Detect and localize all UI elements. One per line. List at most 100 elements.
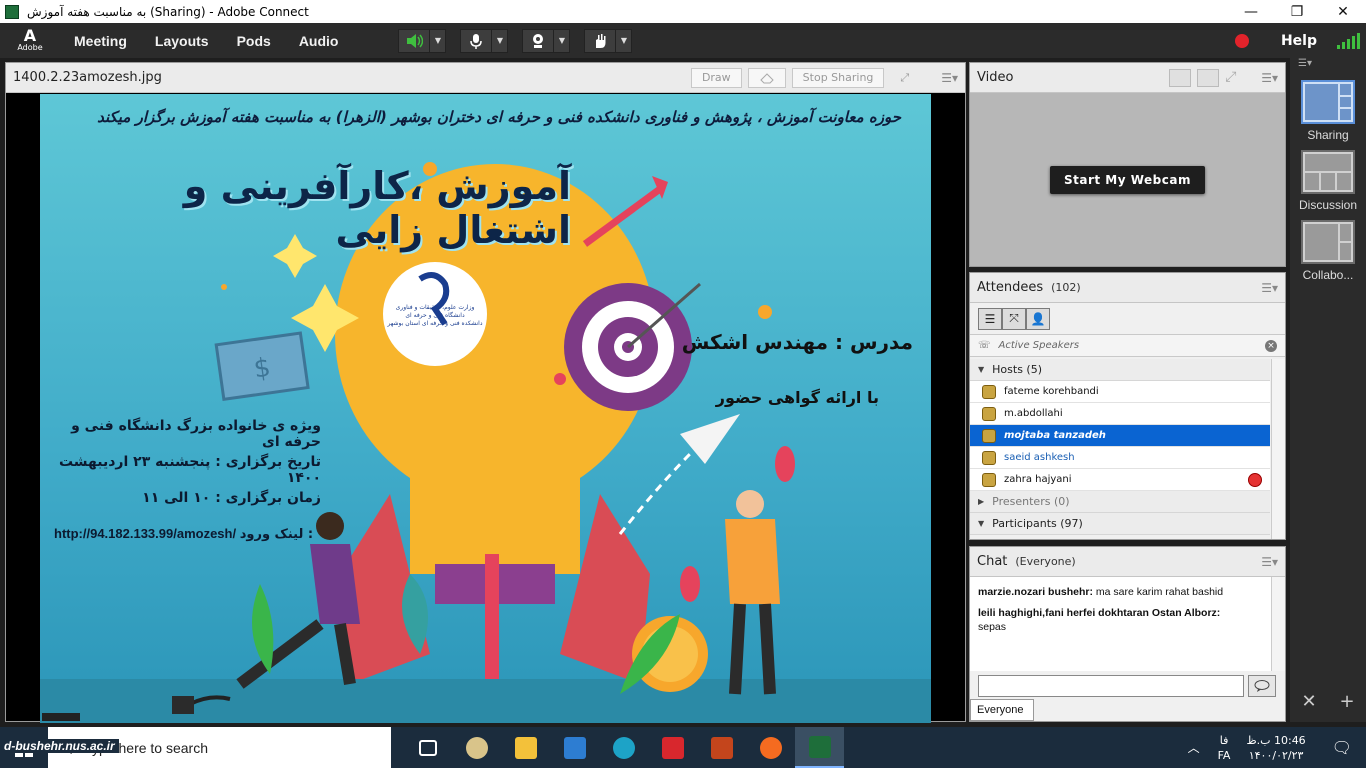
language-indicator[interactable]: فا FA xyxy=(1218,733,1231,763)
single-view-icon[interactable] xyxy=(1197,68,1220,87)
eraser-button[interactable] xyxy=(747,67,786,88)
raise-hand-control[interactable]: ▼ xyxy=(584,28,633,53)
attendees-pod-menu-icon[interactable]: ☰▾ xyxy=(1261,281,1278,295)
taskbar-search[interactable]: d-bushehr.nus.ac.ir ⚲ Type here to searc… xyxy=(0,727,391,768)
expand-triangle-icon[interactable]: ▶ xyxy=(978,497,984,506)
edge-browser-icon[interactable] xyxy=(599,727,648,768)
firefox-icon[interactable] xyxy=(746,727,795,768)
layouts-menu-icon[interactable]: ☰▾ xyxy=(1290,58,1366,72)
attendees-scrollbar[interactable] xyxy=(1271,359,1285,539)
system-tray: ︿ فا FA 10:46 ب.ظ ۱۴۰۰/۰۲/۲۳ 🗨 xyxy=(1188,727,1366,768)
menu-layouts[interactable]: Layouts xyxy=(141,33,223,49)
attendees-pod: Attendees (102) ☰▾ ☰ ⤧ 👤 ☏ Active Speake… xyxy=(969,272,1286,540)
video-pod-menu-icon[interactable]: ☰▾ xyxy=(1261,71,1278,85)
close-button[interactable]: ✕ xyxy=(1320,0,1366,23)
webcam-icon[interactable] xyxy=(523,30,553,52)
microphone-control[interactable]: ▼ xyxy=(460,28,509,53)
layout-sharing[interactable]: Sharing xyxy=(1290,80,1366,142)
adobe-logo-mark: A xyxy=(23,26,37,45)
chat-input-row xyxy=(970,671,1285,701)
add-layout-icon[interactable]: + xyxy=(1339,691,1354,712)
menu-pods[interactable]: Pods xyxy=(223,33,285,49)
collapse-triangle-icon[interactable]: ▼ xyxy=(978,365,984,374)
chevron-up-icon[interactable]: ︿ xyxy=(1188,739,1200,756)
adobe-connect-taskbar-icon[interactable] xyxy=(795,727,844,768)
acrobat-icon[interactable] xyxy=(648,727,697,768)
chat-scrollbar[interactable] xyxy=(1271,577,1285,671)
status-view-icon[interactable]: 👤 xyxy=(1026,307,1050,330)
chat-text: ma sare karim rahat bashid xyxy=(1095,586,1224,598)
attendee-name: saeid ashkesh xyxy=(1004,452,1075,463)
microphone-dropdown[interactable]: ▼ xyxy=(491,29,507,52)
raise-hand-icon[interactable] xyxy=(585,30,615,52)
hosts-group[interactable]: ▼ Hosts (5) xyxy=(970,359,1270,381)
collapse-triangle-icon[interactable]: ▼ xyxy=(978,519,984,528)
speaker-icon[interactable] xyxy=(399,30,429,52)
chat-messages: marzie.nozari bushehr: ma sare karim rah… xyxy=(970,577,1285,671)
list-view-icon[interactable]: ☰ xyxy=(978,307,1002,330)
attendee-row[interactable]: fateme korehbandi xyxy=(970,381,1270,403)
layout-thumbnail xyxy=(1301,150,1355,194)
maximize-button[interactable]: ❐ xyxy=(1274,0,1320,23)
attendee-row[interactable]: saeid ashkesh xyxy=(970,447,1270,469)
share-pod-menu-icon[interactable]: ☰▾ xyxy=(941,71,958,85)
speaker-control[interactable]: ▼ xyxy=(398,28,447,53)
slide-audience: ویژه ی خانواده بزرگ دانشگاه فنی و حرفه ا… xyxy=(71,418,321,450)
attendee-name: m.abdollahi xyxy=(1004,408,1063,419)
start-webcam-button[interactable]: Start My Webcam xyxy=(1049,165,1205,194)
powerpoint-icon[interactable] xyxy=(697,727,746,768)
presenters-group[interactable]: ▶ Presenters (0) xyxy=(970,491,1270,513)
attendee-list: ▼ Hosts (5) fateme korehbandi m.abdollah… xyxy=(970,359,1270,535)
clock-date: ۱۴۰۰/۰۲/۲۳ xyxy=(1248,748,1304,762)
webcam-control[interactable]: ▼ xyxy=(522,28,571,53)
paint-app-icon[interactable] xyxy=(452,727,501,768)
video-pod: Video ⤢ ☰▾ Start My Webcam xyxy=(969,62,1286,267)
menu-meeting[interactable]: Meeting xyxy=(60,33,141,49)
fullscreen-icon[interactable]: ⤢ xyxy=(890,68,919,88)
chat-message: marzie.nozari bushehr: ma sare karim rah… xyxy=(978,585,1277,599)
webcam-dropdown[interactable]: ▼ xyxy=(553,29,569,52)
connection-signal-icon xyxy=(1337,32,1360,49)
slide-logo-line: دانشکده فنی و حرفه ای استان بوشهر xyxy=(387,320,483,327)
attendee-name: fateme korehbandi xyxy=(1004,386,1099,397)
tools-icon[interactable]: ✕ xyxy=(1301,691,1316,712)
layout-discussion[interactable]: Discussion xyxy=(1290,150,1366,212)
layout-label: Discussion xyxy=(1298,198,1358,212)
raise-hand-dropdown[interactable]: ▼ xyxy=(615,29,631,52)
chat-tab-everyone[interactable]: Everyone xyxy=(970,699,1034,721)
attendee-row[interactable]: m.abdollahi xyxy=(970,403,1270,425)
microphone-icon[interactable] xyxy=(461,30,491,52)
video-area: Start My Webcam xyxy=(970,93,1285,266)
language-top: فا xyxy=(1219,733,1229,747)
stop-sharing-button[interactable]: Stop Sharing xyxy=(791,67,885,88)
draw-button[interactable]: Draw xyxy=(690,67,742,88)
menu-audio[interactable]: Audio xyxy=(285,33,353,49)
attendee-name: zahra hajyani xyxy=(1004,474,1072,485)
participants-group[interactable]: ▼ Participants (97) xyxy=(970,513,1270,535)
windows-taskbar: d-bushehr.nus.ac.ir ⚲ Type here to searc… xyxy=(0,727,1366,768)
slide-top-line: حوزه معاونت آموزش ، پژوهش و فناوری دانشک… xyxy=(97,108,901,126)
chat-input[interactable] xyxy=(978,675,1244,697)
chat-pod-menu-icon[interactable]: ☰▾ xyxy=(1261,555,1278,569)
layout-collaboration[interactable]: Collabo... xyxy=(1290,220,1366,282)
file-explorer-icon[interactable] xyxy=(501,727,550,768)
attendee-row[interactable]: zahra hajyani xyxy=(970,469,1270,491)
attendee-row-selected[interactable]: mojtaba tanzadeh xyxy=(970,425,1270,447)
speaker-dropdown[interactable]: ▼ xyxy=(429,29,445,52)
expand-view-icon[interactable]: ⤧ xyxy=(1002,307,1026,330)
close-icon[interactable]: × xyxy=(1265,339,1277,352)
menu-help[interactable]: Help xyxy=(1281,33,1317,49)
chat-message: leili haghighi,fani herfei dokhtaran Ost… xyxy=(978,606,1277,634)
minimize-button[interactable]: — xyxy=(1228,0,1274,23)
taskbar-clock[interactable]: 10:46 ب.ظ ۱۴۰۰/۰۲/۲۳ xyxy=(1246,733,1305,763)
fullscreen-icon[interactable]: ⤢ xyxy=(1225,69,1247,87)
chat-sender: marzie.nozari bushehr: xyxy=(978,586,1093,598)
notification-icon[interactable]: 🗨 xyxy=(1332,738,1352,757)
send-message-button[interactable] xyxy=(1248,675,1276,697)
adobe-connect-app-icon xyxy=(5,4,19,19)
grid-view-icon[interactable] xyxy=(1169,68,1192,87)
attendee-name: mojtaba tanzadeh xyxy=(1004,430,1106,441)
recording-indicator-icon[interactable] xyxy=(1234,33,1249,48)
task-view-icon[interactable] xyxy=(403,727,452,768)
mail-icon[interactable] xyxy=(550,727,599,768)
